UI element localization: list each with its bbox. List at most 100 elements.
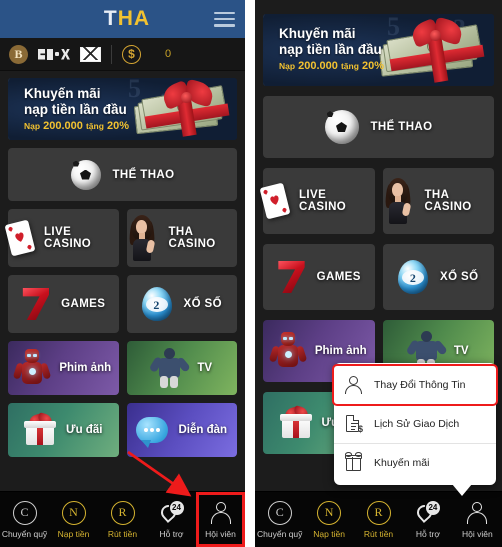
superhero-icon-right [268, 330, 308, 372]
tile-live-casino-right-label: LIVE CASINO [299, 189, 347, 213]
nav-item-support[interactable]: 24 Hỗ trợ [147, 492, 196, 547]
tile-tha-casino-label: THA CASINO [168, 226, 216, 250]
tile-sports[interactable]: THỂ THAO [8, 148, 237, 201]
nav-label-support: Hỗ trợ [159, 528, 184, 539]
tile-sports-right-label: THỂ THAO [370, 121, 433, 133]
dealer-girl-icon-right [383, 178, 413, 224]
tile-games[interactable]: GAMES [8, 275, 119, 333]
popup-item-promotions[interactable]: Khuyến mãi [334, 443, 496, 482]
nav-item-transfer[interactable]: C Chuyển quỹ [0, 492, 49, 547]
nav-label-support-right: Hỗ trợ [415, 528, 440, 539]
tile-forum-label: Diễn đàn [178, 424, 228, 436]
member-icon [210, 501, 232, 525]
tile-forum[interactable]: Diễn đàn [126, 403, 237, 457]
transfer-funds-icon: C [12, 500, 37, 525]
transfer-funds-icon-right: C [267, 500, 292, 525]
popup-item-change-info[interactable]: Thay Đổi Thông Tin [332, 364, 498, 406]
bottom-navigation-right: C Chuyển quỹ N Nạp tiền R Rút tiền 24 Hỗ… [255, 491, 502, 547]
app-header-bar: THA [0, 0, 245, 38]
tile-games-right[interactable]: GAMES [263, 244, 375, 310]
bottom-navigation-left: C Chuyển quỹ N Nạp tiền R Rút tiền 24 Hỗ… [0, 491, 245, 547]
nav-item-withdraw[interactable]: R Rút tiền [98, 492, 147, 547]
tile-live-casino-right[interactable]: LIVE CASINO [259, 168, 375, 234]
promo-banner[interactable]: 5 2 3 Khuyến mãi nạp tiền lần đầu Nạp [8, 78, 237, 140]
nav-item-deposit[interactable]: N Nạp tiền [49, 492, 98, 547]
balance-value: 0 [165, 48, 172, 60]
tile-lottery-right[interactable]: 2 XỔ SỐ [382, 244, 494, 310]
tile-sports-label: THỂ THAO [112, 168, 175, 181]
tile-tv-right-label: TV [453, 345, 469, 357]
deposit-icon: N [61, 500, 86, 525]
transaction-history-icon: $ [344, 414, 363, 434]
lottery-ball-icon: 2 [141, 287, 172, 321]
playing-card-icon [4, 219, 36, 257]
promo-mid: tặng [85, 121, 104, 131]
promo-amount: 200.000 [43, 120, 83, 132]
gift-box-icon [24, 412, 57, 445]
title-rest: HA [117, 7, 151, 30]
nav-item-support-right[interactable]: 24 Hỗ trợ [403, 492, 452, 547]
promo-line-3: Nạp 200.000 tặng 20% [24, 120, 129, 132]
account-strip: B $ 0 [0, 38, 245, 71]
hamburger-icon[interactable] [213, 11, 235, 27]
user-profile-icon [344, 375, 363, 395]
deposit-icon-right: N [317, 500, 342, 525]
nav-label-transfer: Chuyển quỹ [1, 528, 48, 539]
tile-tha-casino[interactable]: THA CASINO [126, 209, 237, 267]
nav-item-withdraw-right[interactable]: R Rút tiền [354, 492, 403, 547]
main-content-left: 5 2 3 Khuyến mãi nạp tiền lần đầu Nạp [0, 71, 245, 457]
bonus-coin-icon[interactable]: B [9, 44, 28, 64]
promo-right-line-2: nạp tiền lần đầu [279, 42, 382, 57]
lottery-ball-icon-right: 2 [398, 260, 429, 294]
baseball-player-icon [149, 348, 192, 388]
nav-label-member: Hội viên [205, 528, 236, 539]
tile-games-label: GAMES [61, 298, 106, 310]
phone-screen-right: 5 2 3 Khuyến mãi nạp tiền lần đầu [255, 0, 502, 547]
dollar-coin-icon[interactable]: $ [122, 44, 141, 64]
dealer-girl-icon [127, 215, 157, 261]
support-24h-icon: 24 [157, 500, 184, 525]
strip-divider [111, 44, 112, 64]
tile-offers[interactable]: Ưu đãi [8, 403, 119, 457]
support-24h-icon-right: 24 [413, 500, 440, 525]
gift-icon [344, 452, 363, 473]
gift-box-icon-right [279, 405, 312, 438]
popup-item-transaction-history[interactable]: $ Lịch Sử Giao Dịch [334, 404, 496, 443]
tile-live-casino[interactable]: LIVE CASINO [4, 209, 119, 267]
nav-item-member-right[interactable]: Hội viên [453, 492, 502, 547]
popup-item-transaction-history-label: Lịch Sử Giao Dịch [374, 418, 460, 430]
phone-screen-left: THA B $ 0 5 2 3 [0, 0, 245, 547]
nav-item-member[interactable]: Hội viên [196, 492, 245, 547]
nav-item-transfer-right[interactable]: C Chuyển quỹ [255, 492, 304, 547]
tile-lottery-right-label: XỔ SỐ [440, 271, 479, 283]
chat-bubble-icon [136, 417, 169, 448]
tile-lottery-label: XỔ SỐ [183, 298, 222, 310]
soccer-ball-icon [70, 159, 101, 190]
tile-lottery[interactable]: 2 XỔ SỐ [126, 275, 237, 333]
popup-item-change-info-label: Thay Đổi Thông Tin [374, 379, 466, 391]
envelope-icon[interactable] [80, 46, 101, 62]
promo-right-line-1: Khuyến mãi [279, 26, 356, 41]
nav-item-deposit-right[interactable]: N Nạp tiền [304, 492, 353, 547]
tile-movies-right-label: Phim ảnh [314, 345, 367, 357]
promo-right-mid: tặng [340, 61, 359, 71]
playing-card-icon-right [259, 182, 291, 220]
promo-prefix: Nạp [24, 121, 41, 131]
promo-right-percent: 20% [361, 60, 384, 72]
tile-games-right-label: GAMES [316, 271, 361, 283]
promo-right-prefix: Nạp [279, 61, 296, 71]
withdraw-icon: R [110, 500, 135, 525]
tile-sports-right[interactable]: THỂ THAO [263, 96, 494, 158]
member-popup-menu: Thay Đổi Thông Tin $ Lịch Sử Giao Dịch K… [332, 363, 498, 496]
withdraw-icon-right: R [366, 500, 391, 525]
tile-tha-casino-right[interactable]: THA CASINO [382, 168, 494, 234]
nav-label-deposit: Nạp tiền [57, 528, 90, 539]
tile-movies[interactable]: Phim ảnh [8, 341, 119, 395]
brand-logo-icon[interactable] [38, 48, 70, 61]
promo-banner-right[interactable]: 5 2 3 Khuyến mãi nạp tiền lần đầu [263, 14, 494, 86]
promo-percent: 20% [106, 120, 129, 132]
money-gift-illustration [129, 78, 233, 138]
tile-offers-label: Ưu đãi [66, 424, 103, 436]
panel-divider [245, 0, 255, 547]
tile-tv[interactable]: TV [126, 341, 237, 395]
